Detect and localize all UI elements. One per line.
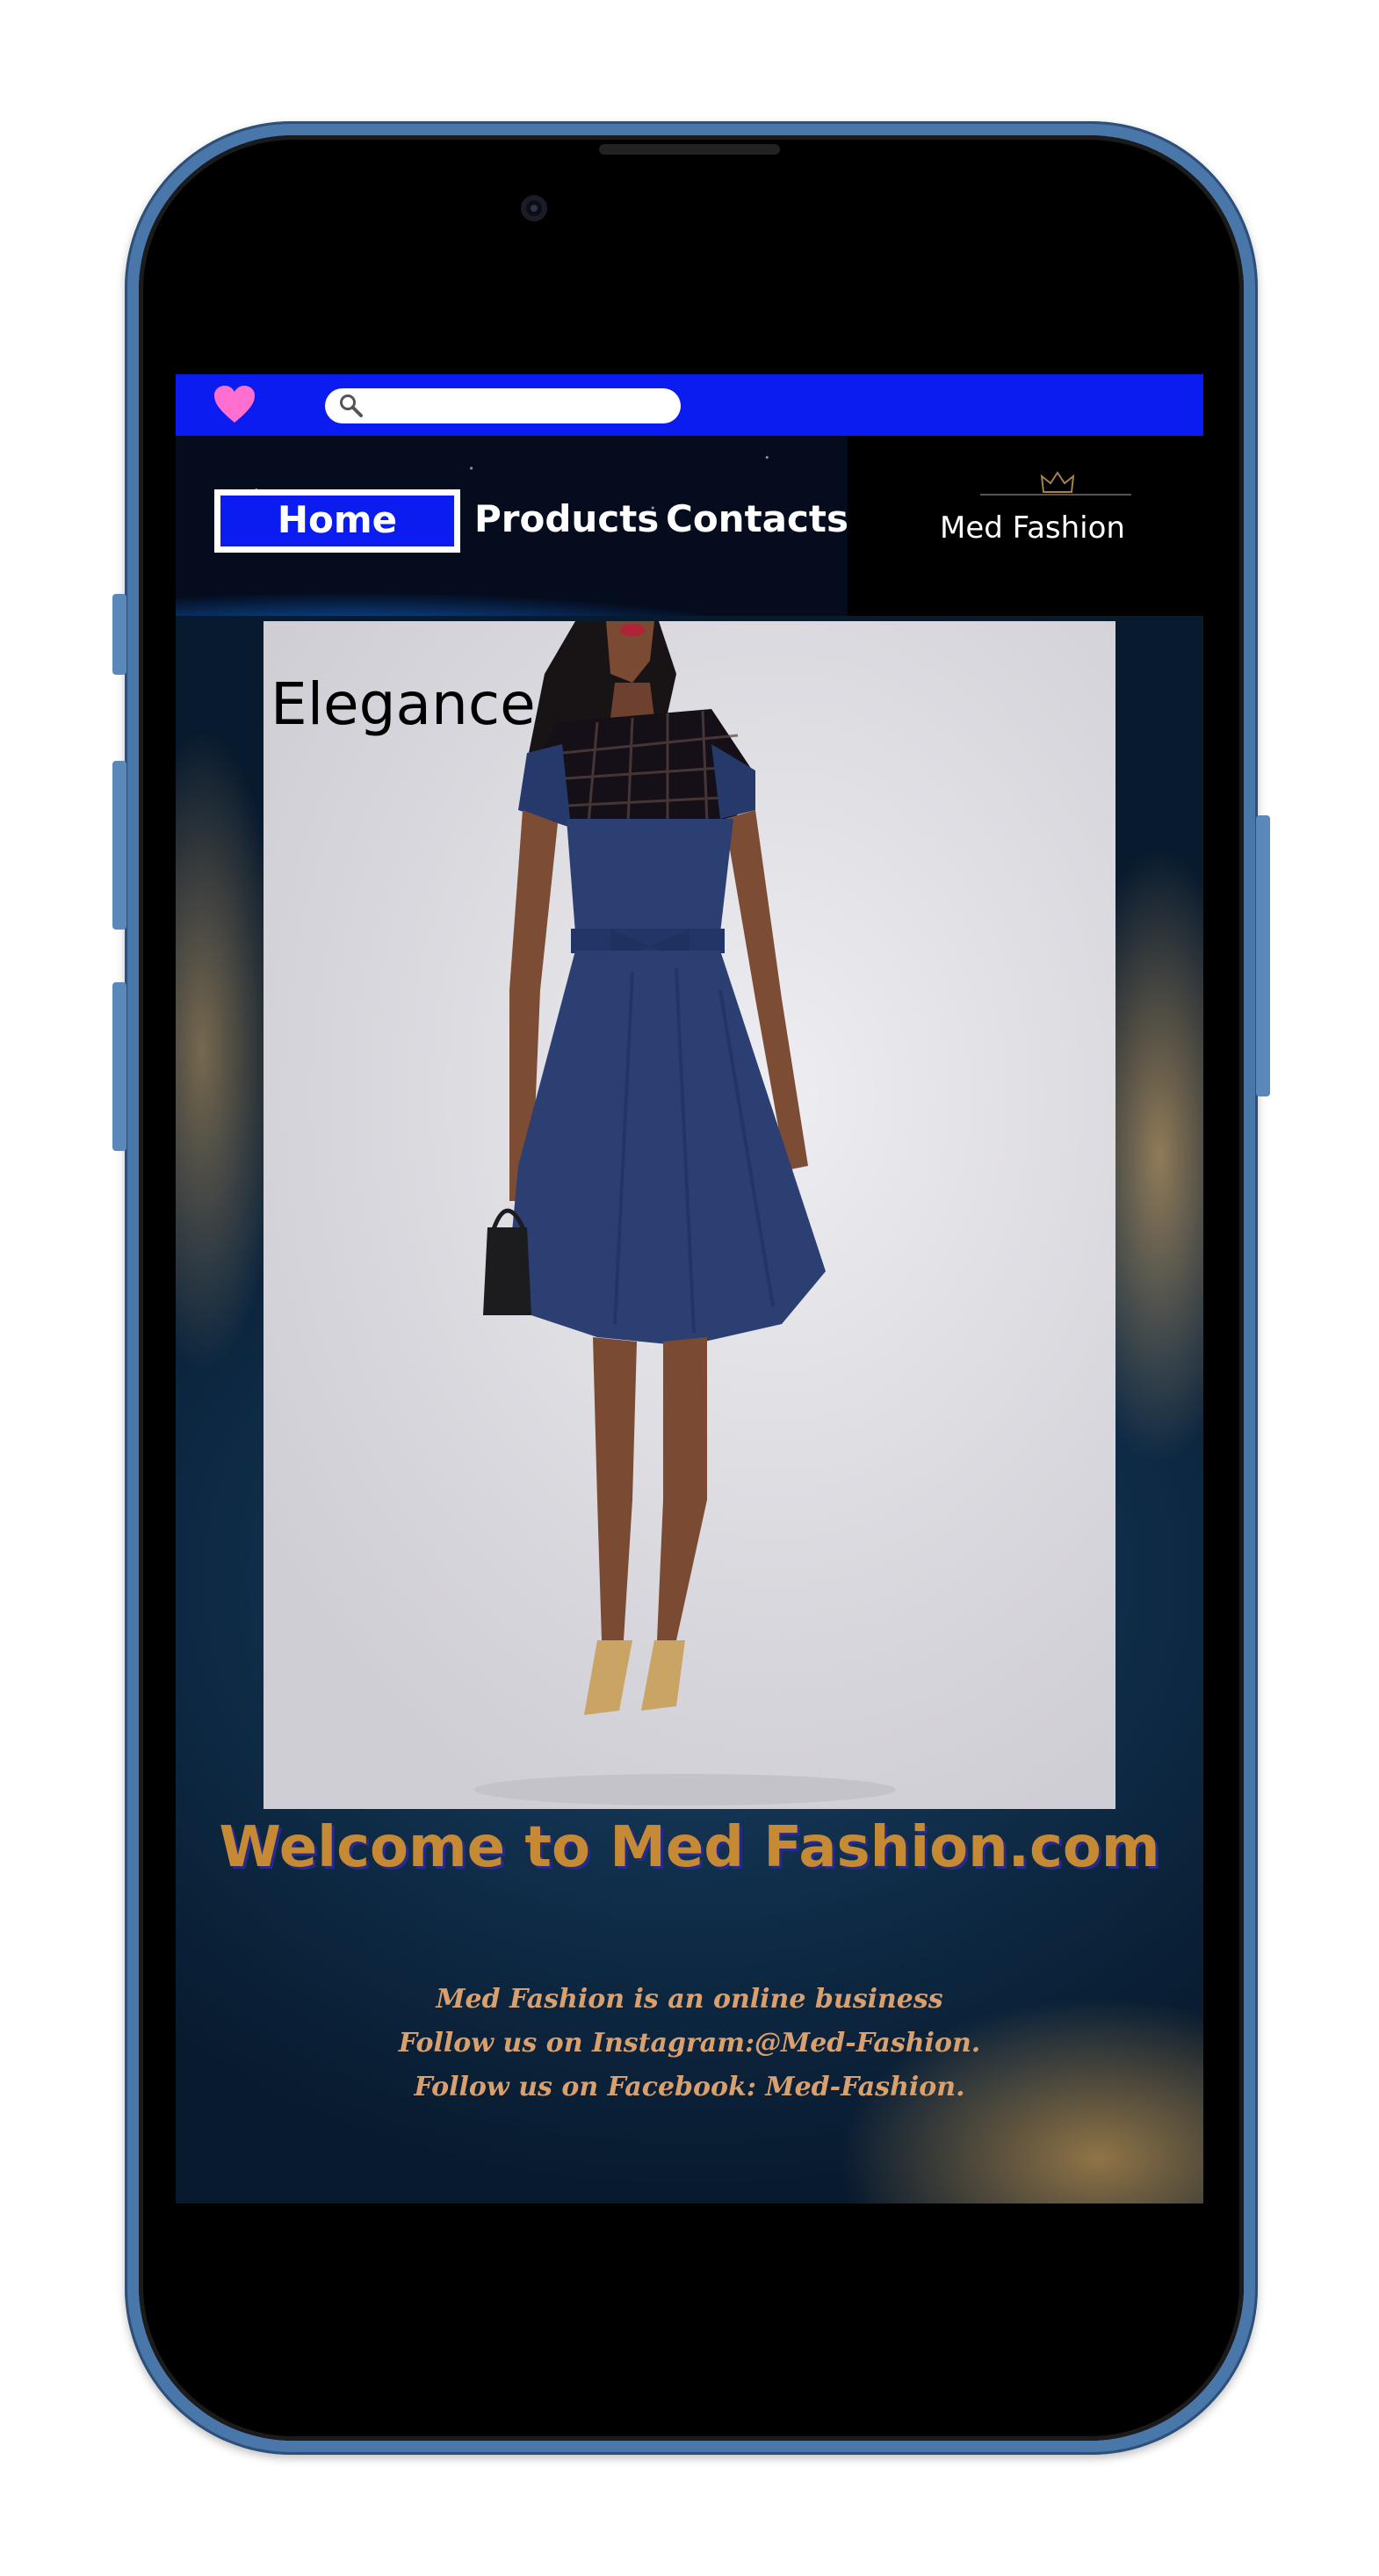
brand-name[interactable]: Med Fashion	[940, 510, 1177, 546]
welcome-heading: Welcome to Med Fashion.com	[219, 1815, 1160, 1880]
search-input[interactable]	[374, 392, 668, 420]
hero-product-image[interactable]: Elegance	[264, 621, 1115, 1809]
nav-home-button[interactable]: Home	[214, 489, 460, 553]
dress-model-illustration	[474, 621, 896, 1805]
earpiece-speaker	[599, 144, 780, 155]
info-line-instagram[interactable]: Follow us on Instagram:@Med-Fashion.	[176, 2028, 1203, 2059]
front-camera	[521, 195, 547, 221]
crown-icon	[1040, 471, 1075, 493]
mute-switch	[112, 594, 126, 675]
search-bar[interactable]	[325, 388, 681, 423]
info-line-business: Med Fashion is an online business	[436, 1984, 943, 2015]
volume-up-button	[112, 761, 126, 930]
volume-down-button	[112, 982, 126, 1151]
hero-title: Elegance	[271, 670, 536, 738]
nav-products-link[interactable]: Products	[474, 497, 659, 540]
search-icon[interactable]	[337, 392, 365, 420]
nav-contacts-link[interactable]: Contacts	[666, 497, 848, 540]
top-bar	[176, 374, 1203, 436]
power-button	[1256, 815, 1270, 1096]
info-line-facebook[interactable]: Follow us on Facebook: Med-Fashion.	[176, 2072, 1203, 2102]
heart-icon[interactable]	[213, 384, 256, 426]
app-screen: Home Products Contacts Med Fashion Elega…	[176, 374, 1203, 2203]
